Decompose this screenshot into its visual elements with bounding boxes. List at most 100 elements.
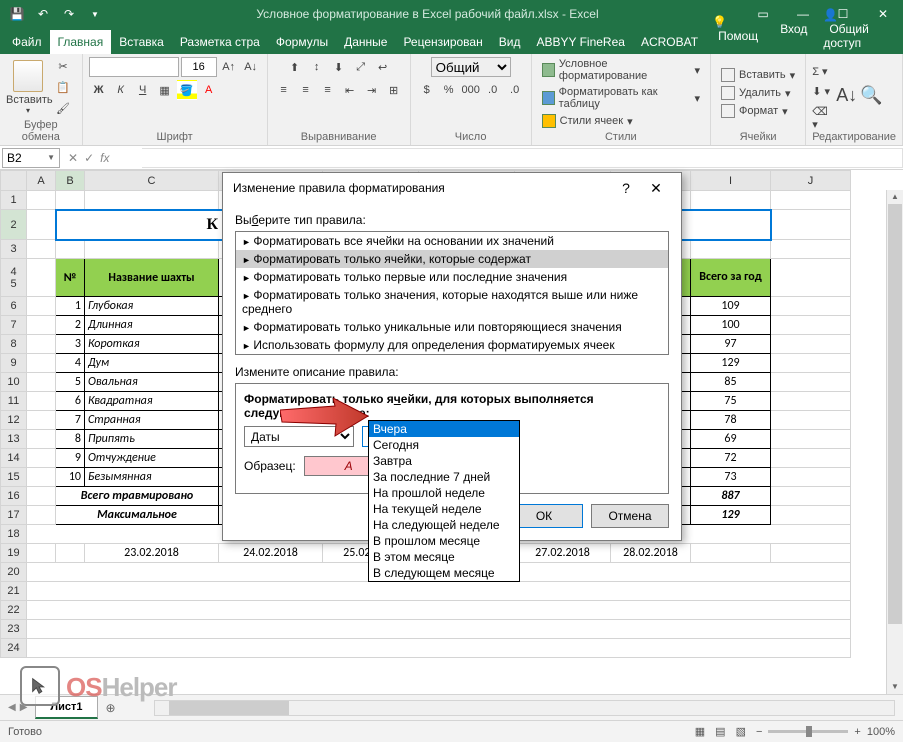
tab-insert[interactable]: Вставка — [111, 30, 172, 54]
delete-cells-button[interactable]: Удалить ▾ — [717, 85, 799, 101]
rule-type-list[interactable]: Форматировать все ячейки на основании их… — [235, 231, 669, 355]
totals-row1-label[interactable]: Всего травмировано — [56, 487, 218, 505]
dialog-close-icon[interactable]: ✕ — [641, 180, 671, 197]
tab-formulas[interactable]: Формулы — [268, 30, 336, 54]
dropdown-option[interactable]: В прошлом месяце — [369, 533, 519, 549]
redo-icon[interactable]: ↷ — [60, 5, 78, 23]
mine-name[interactable]: Глубокая — [85, 297, 218, 315]
percent-icon[interactable]: % — [439, 80, 459, 100]
help-button[interactable]: 💡 Помощ — [706, 11, 770, 47]
header-name[interactable]: Название шахты — [85, 259, 218, 296]
date-cell[interactable]: 28.02.2018 — [611, 544, 690, 562]
find-select-icon[interactable]: 🔍 — [860, 85, 880, 101]
decrease-font-icon[interactable]: A↓ — [241, 57, 261, 77]
increase-indent-icon[interactable]: ⇥ — [362, 80, 382, 100]
zoom-level[interactable]: 100% — [867, 726, 895, 738]
zoom-out-icon[interactable]: − — [756, 726, 762, 738]
underline-button[interactable]: Ч — [133, 80, 153, 100]
dropdown-option[interactable]: Вчера — [369, 421, 519, 437]
dropdown-option[interactable]: В этом месяце — [369, 549, 519, 565]
currency-icon[interactable]: $ — [417, 80, 437, 100]
tab-data[interactable]: Данные — [336, 30, 395, 54]
dialog-help-icon[interactable]: ? — [611, 180, 641, 196]
font-size-input[interactable] — [181, 57, 217, 77]
enter-formula-icon[interactable]: ✓ — [84, 151, 94, 165]
dropdown-option[interactable]: На прошлой неделе — [369, 485, 519, 501]
mine-name[interactable]: Овальная — [85, 373, 218, 391]
increase-decimal-icon[interactable]: .0 — [483, 80, 503, 100]
increase-font-icon[interactable]: A↑ — [219, 57, 239, 77]
border-icon[interactable]: ▦ — [155, 80, 175, 100]
row-num[interactable]: 2 — [56, 316, 84, 334]
qat-more-icon[interactable]: ▼ — [86, 5, 104, 23]
row-num[interactable]: 4 — [56, 354, 84, 372]
scrollbar-thumb[interactable] — [888, 204, 902, 624]
dropdown-option[interactable]: В следующем месяце — [369, 565, 519, 581]
autosum-icon[interactable]: Σ ▾ — [812, 65, 832, 81]
row-num[interactable]: 7 — [56, 411, 84, 429]
row-num[interactable]: 5 — [56, 373, 84, 391]
clear-icon[interactable]: ⌫ ▾ — [812, 105, 832, 121]
signin-button[interactable]: Вход — [774, 18, 813, 40]
align-center-icon[interactable]: ≡ — [296, 80, 316, 100]
formula-input[interactable] — [142, 148, 903, 168]
format-cells-button[interactable]: Формат ▾ — [717, 103, 799, 119]
row-num[interactable]: 10 — [56, 468, 84, 486]
tab-review[interactable]: Рецензирован — [395, 30, 490, 54]
row-num[interactable]: 3 — [56, 335, 84, 353]
save-icon[interactable]: 💾 — [8, 5, 26, 23]
view-pagelayout-icon[interactable]: ▤ — [715, 725, 725, 738]
align-right-icon[interactable]: ≡ — [318, 80, 338, 100]
tab-view[interactable]: Вид — [491, 30, 529, 54]
scroll-up-icon[interactable]: ▲ — [887, 190, 903, 204]
number-format-select[interactable]: Общий — [431, 57, 511, 77]
wrap-text-icon[interactable]: ↩ — [373, 57, 393, 77]
mine-name[interactable]: Безымянная — [85, 468, 218, 486]
conditional-formatting-button[interactable]: Условное форматирование ▾ — [538, 57, 704, 83]
fx-icon[interactable]: fx — [100, 151, 109, 165]
decrease-indent-icon[interactable]: ⇤ — [340, 80, 360, 100]
font-color-icon[interactable]: A — [199, 80, 219, 100]
row-num[interactable]: 1 — [56, 297, 84, 315]
name-box[interactable]: B2▼ — [2, 148, 60, 168]
cancel-formula-icon[interactable]: ✕ — [68, 151, 78, 165]
align-left-icon[interactable]: ≡ — [274, 80, 294, 100]
share-button[interactable]: 👤 Общий доступ — [817, 4, 891, 54]
font-name-input[interactable] — [89, 57, 179, 77]
comma-icon[interactable]: 000 — [461, 80, 481, 100]
sheet-tab[interactable]: Лист1 — [35, 696, 97, 719]
zoom-slider[interactable] — [768, 730, 848, 733]
tab-file[interactable]: Файл — [4, 30, 50, 54]
formatpainter-icon[interactable]: 🖌 — [54, 99, 72, 117]
row-num[interactable]: 6 — [56, 392, 84, 410]
sheet-prev-icon[interactable]: ◀ — [8, 702, 16, 713]
rule-type-option[interactable]: Использовать формулу для определения фор… — [236, 336, 668, 354]
insert-cells-button[interactable]: Вставить ▾ — [717, 67, 799, 83]
dropdown-option[interactable]: За последние 7 дней — [369, 469, 519, 485]
mine-name[interactable]: Дум — [85, 354, 218, 372]
vertical-scrollbar[interactable]: ▲ ▼ — [886, 190, 903, 694]
condition-type-select[interactable]: Даты — [244, 426, 354, 447]
rule-type-option[interactable]: Форматировать только значения, которые н… — [236, 286, 668, 318]
italic-button[interactable]: К — [111, 80, 131, 100]
scroll-down-icon[interactable]: ▼ — [887, 680, 903, 694]
decrease-decimal-icon[interactable]: .0 — [505, 80, 525, 100]
rule-type-option[interactable]: Форматировать все ячейки на основании их… — [236, 232, 668, 250]
zoom-control[interactable]: − + 100% — [756, 726, 895, 738]
tab-abbyy[interactable]: ABBYY FineRea — [528, 30, 633, 54]
header-num[interactable]: № — [56, 259, 84, 296]
align-middle-icon[interactable]: ↕ — [307, 57, 327, 77]
totals-row2-label[interactable]: Максимальное — [56, 506, 218, 524]
date-cell[interactable]: 24.02.2018 — [219, 544, 322, 562]
mine-name[interactable]: Припять — [85, 430, 218, 448]
fill-color-icon[interactable]: 🪣 — [177, 80, 197, 100]
add-sheet-icon[interactable]: ⊕ — [98, 697, 124, 719]
view-normal-icon[interactable]: ▦ — [695, 725, 705, 738]
fill-icon[interactable]: ⬇ ▾ — [812, 85, 832, 101]
dropdown-option[interactable]: На следующей неделе — [369, 517, 519, 533]
copy-icon[interactable]: 📋 — [54, 78, 72, 96]
paste-button[interactable]: Вставить ▾ — [6, 60, 50, 115]
dropdown-option[interactable]: Сегодня — [369, 437, 519, 453]
header-total[interactable]: Всего за год — [691, 259, 770, 296]
horizontal-scrollbar[interactable] — [154, 700, 895, 716]
